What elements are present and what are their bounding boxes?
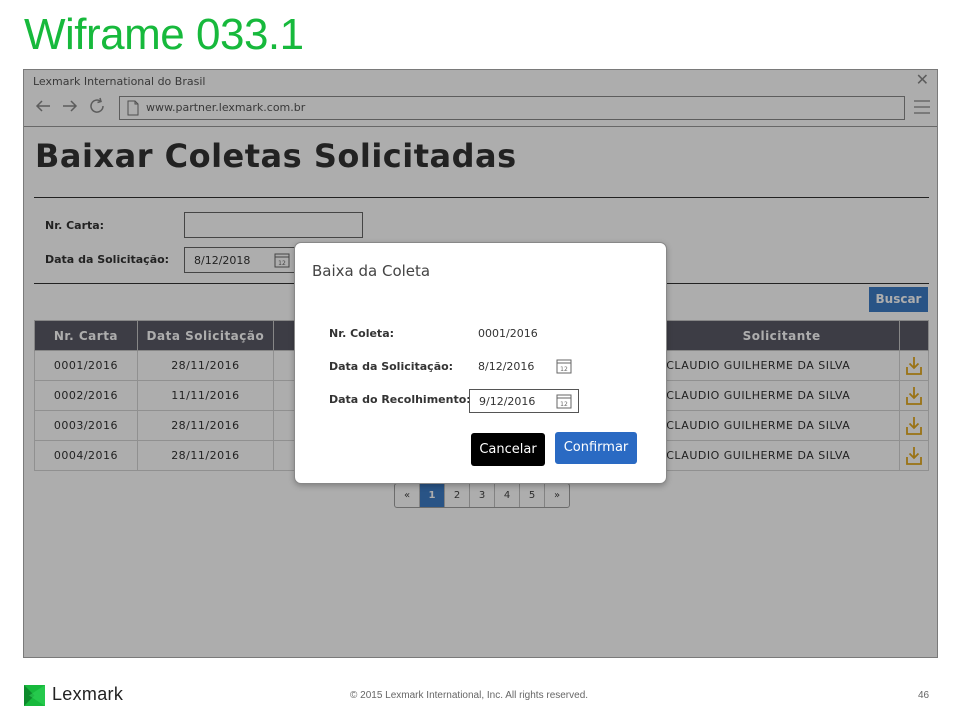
footer-brand: Lexmark [52, 684, 124, 704]
calendar-icon[interactable]: 12 [556, 393, 572, 409]
confirm-button[interactable]: Confirmar [555, 432, 637, 464]
svg-text:12: 12 [560, 366, 568, 373]
slide-title: Wiframe 033.1 [24, 10, 304, 59]
data-recolhimento-input[interactable]: 9/12/2016 12 [469, 389, 579, 413]
modal-data-solicitacao-label: Data da Solicitação: [329, 360, 454, 373]
page-number: 46 [918, 690, 930, 701]
data-recolhimento-value: 9/12/2016 [479, 395, 536, 408]
footer-copyright: © 2015 Lexmark International, Inc. All r… [350, 690, 589, 701]
nr-coleta-value: 0001/2016 [478, 327, 538, 340]
nr-coleta-label: Nr. Coleta: [329, 327, 395, 340]
cancel-button[interactable]: Cancelar [471, 433, 545, 466]
data-recolhimento-label: Data do Recolhimento: * [329, 393, 481, 406]
modal-data-solicitacao-value: 8/12/2016 [478, 360, 535, 373]
modal-title: Baixa da Coleta [312, 262, 431, 280]
svg-text:12: 12 [560, 401, 568, 408]
lexmark-logo-icon [24, 685, 45, 706]
calendar-icon: 12 [556, 359, 572, 374]
baixa-coleta-modal: Baixa da Coleta Nr. Coleta: 0001/2016 Da… [294, 242, 667, 484]
